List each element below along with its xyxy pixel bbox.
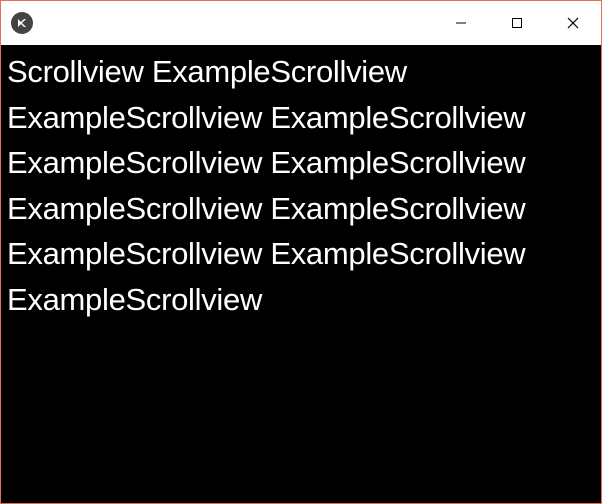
maximize-button[interactable] bbox=[489, 1, 545, 45]
app-window: Scrollview ExampleScrollview ExampleScro… bbox=[1, 1, 601, 503]
close-button[interactable] bbox=[545, 1, 601, 45]
content-area[interactable]: Scrollview ExampleScrollview ExampleScro… bbox=[1, 45, 601, 503]
close-icon bbox=[567, 17, 579, 29]
kivy-icon bbox=[16, 17, 28, 29]
minimize-icon bbox=[455, 17, 467, 29]
maximize-icon bbox=[511, 17, 523, 29]
minimize-button[interactable] bbox=[433, 1, 489, 45]
titlebar bbox=[1, 1, 601, 45]
scrollview-text: Scrollview ExampleScrollview ExampleScro… bbox=[7, 49, 595, 322]
app-icon bbox=[11, 12, 33, 34]
window-controls bbox=[433, 1, 601, 45]
